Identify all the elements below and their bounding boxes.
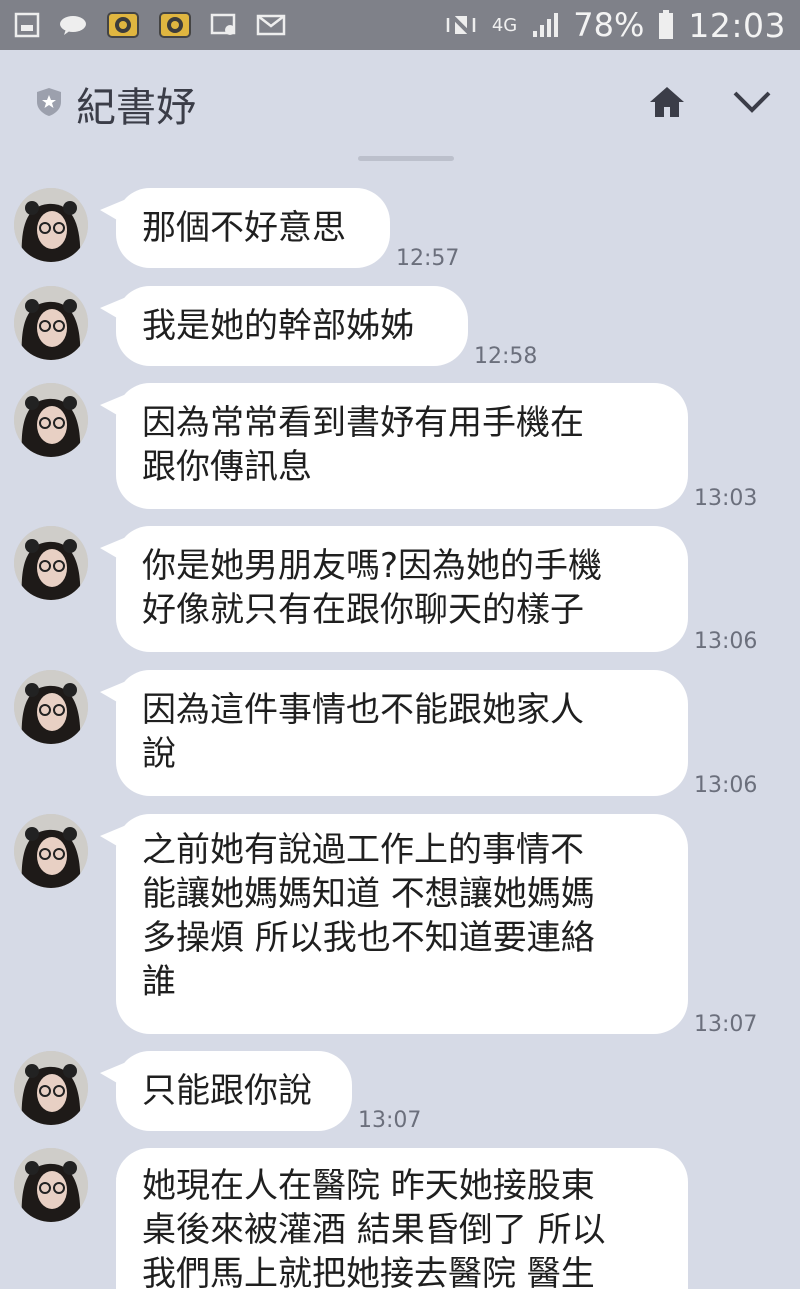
message-time: 12:57 [396,246,460,271]
message-line: 說 [142,734,176,774]
message-time: 13:07 [694,1012,758,1037]
message-line: 多操煩 所以我也不知道要連絡 [142,918,595,958]
avatar[interactable] [14,188,88,262]
avatar[interactable] [14,1148,88,1222]
message-time: 12:58 [474,344,538,369]
message-bubble[interactable]: 她現在人在醫院 昨天她接股東 桌後來被灌酒 結果昏倒了 所以 我們馬上就把她接去… [116,1148,688,1289]
avatar[interactable] [14,1051,88,1125]
message-line: 桌後來被灌酒 結果昏倒了 所以 [142,1210,606,1250]
message-time: 13:06 [694,629,758,654]
message-bubble[interactable]: 那個不好意思 [100,188,390,268]
message-bubble[interactable]: 因為常常看到書妤有用手機在 跟你傳訊息 [100,383,688,509]
avatar[interactable] [14,383,88,457]
message-text: 我是她的幹部姊姊 [142,306,414,346]
message-line: 因為常常看到書妤有用手機在 [142,403,584,443]
message-list: 那個不好意思 12:57 我是她的幹部姊姊 12:58 因為常常看到書妤有用手機… [0,0,800,1289]
message-bubble[interactable]: 我是她的幹部姊姊 [100,286,468,366]
message-time: 13:06 [694,773,758,798]
message-bubble[interactable]: 只能跟你說 [100,1051,352,1131]
message-line: 之前她有說過工作上的事情不 [142,830,584,870]
avatar[interactable] [14,670,88,744]
message-text: 只能跟你說 [142,1071,312,1111]
avatar[interactable] [14,286,88,360]
message-time: 13:03 [694,486,758,511]
message-bubble[interactable]: 因為這件事情也不能跟她家人 說 [100,670,688,796]
message-line: 跟你傳訊息 [142,447,312,487]
avatar[interactable] [14,814,88,888]
message-line: 她現在人在醫院 昨天她接股東 [142,1166,595,1206]
message-bubble[interactable]: 之前她有說過工作上的事情不 能讓她媽媽知道 不想讓她媽媽 多操煩 所以我也不知道… [100,814,688,1034]
message-line: 好像就只有在跟你聊天的樣子 [142,590,584,630]
message-line: 能讓她媽媽知道 不想讓她媽媽 [142,874,595,914]
message-line: 我們馬上就把她接去醫院 醫生 [142,1254,595,1289]
message-line: 誰 [142,962,176,1002]
message-line: 因為這件事情也不能跟她家人 [142,690,584,730]
message-bubble[interactable]: 你是她男朋友嗎?因為她的手機 好像就只有在跟你聊天的樣子 [100,526,688,652]
avatar[interactable] [14,526,88,600]
message-text: 那個不好意思 [142,208,346,248]
message-time: 13:07 [358,1108,422,1133]
message-line: 你是她男朋友嗎?因為她的手機 [142,546,603,586]
